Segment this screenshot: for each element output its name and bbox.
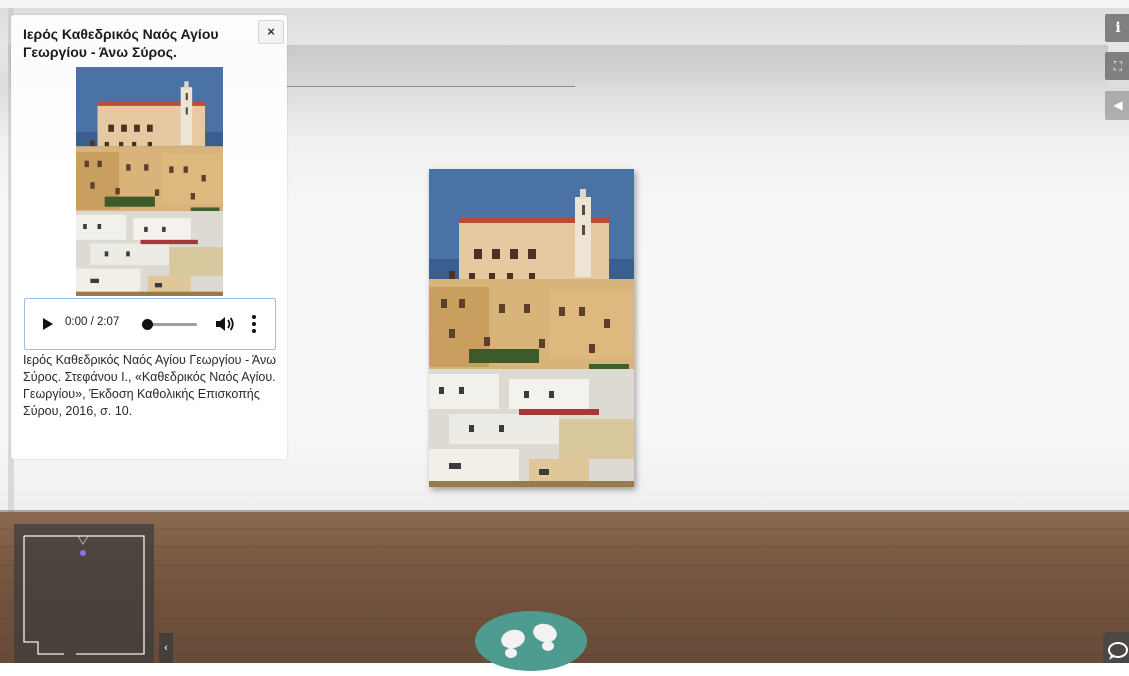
fullscreen-button[interactable]: ⛶ xyxy=(1105,52,1129,80)
visitor-position-marker xyxy=(80,550,86,556)
more-vertical-icon[interactable] xyxy=(251,314,257,334)
wall-line xyxy=(285,86,575,87)
play-icon[interactable] xyxy=(43,318,53,330)
artwork-thumbnail xyxy=(76,67,223,296)
minimap-collapse-button[interactable]: ‹ xyxy=(159,633,173,663)
artwork-image xyxy=(429,169,634,487)
walk-button[interactable] xyxy=(475,611,587,671)
floor-plan-drawing xyxy=(23,535,145,655)
artwork-syros-cathedral[interactable] xyxy=(429,169,634,487)
audio-player: 0:00 / 2:07 xyxy=(24,298,276,350)
info-button[interactable]: i xyxy=(1105,14,1129,42)
thumbnail-image xyxy=(76,67,223,296)
info-icon: i xyxy=(1115,20,1121,36)
audio-time: 0:00 / 2:07 xyxy=(65,316,120,328)
chat-button[interactable] xyxy=(1103,632,1129,663)
volume-icon[interactable] xyxy=(215,315,235,333)
artwork-info-panel: Ιερός Καθεδρικός Ναός Αγίου Γεωργίου - Ά… xyxy=(11,15,287,459)
close-button[interactable]: × xyxy=(258,20,284,44)
chat-icon xyxy=(1108,642,1128,660)
sound-button[interactable]: ◀ xyxy=(1105,91,1129,120)
footsteps-icon xyxy=(501,623,557,658)
floor-plan-minimap[interactable] xyxy=(14,524,154,663)
fullscreen-icon: ⛶ xyxy=(1113,59,1123,73)
artwork-caption: Ιερός Καθεδρικός Ναός Αγίου Γεωργίου - Ά… xyxy=(23,353,277,418)
audio-seek-knob[interactable] xyxy=(142,319,153,330)
speaker-icon: ◀ xyxy=(1113,98,1123,112)
artwork-title: Ιερός Καθεδρικός Ναός Αγίου Γεωργίου - Ά… xyxy=(23,26,219,60)
chevron-left-icon: ‹ xyxy=(164,642,168,654)
